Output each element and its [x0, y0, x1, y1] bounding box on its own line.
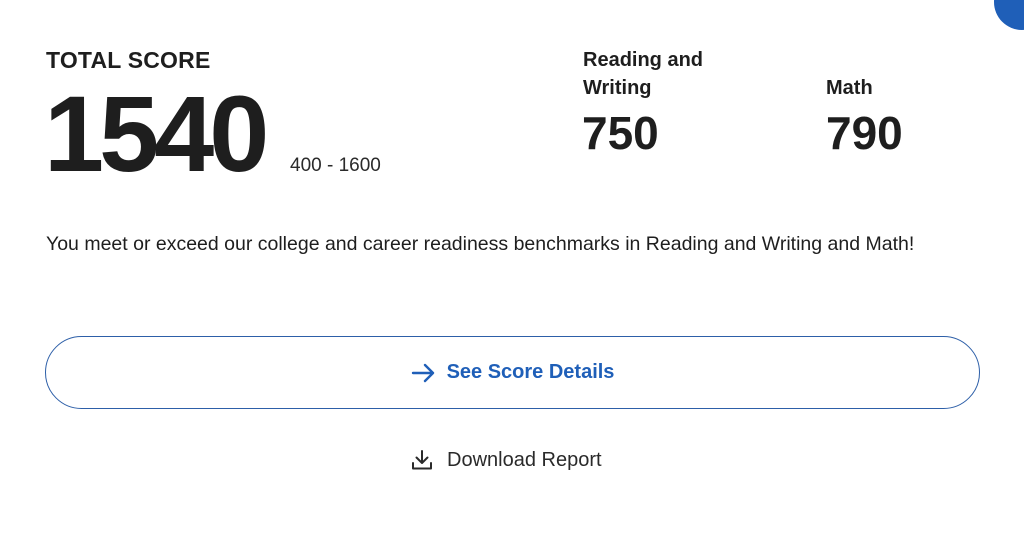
download-report-label: Download Report [447, 448, 602, 471]
math-label: Math [826, 77, 873, 99]
score-report-card: TOTAL SCORE 1540 400 - 1600 Reading and … [0, 0, 1024, 542]
benchmark-message: You meet or exceed our college and caree… [46, 233, 915, 255]
download-report-link[interactable]: Download Report [410, 444, 602, 476]
corner-accent [994, 0, 1024, 30]
see-score-details-label: See Score Details [446, 361, 615, 383]
arrow-right-icon [411, 362, 437, 384]
download-icon [410, 448, 434, 472]
total-score-range: 400 - 1600 [290, 155, 381, 176]
reading-writing-label: Reading and Writing [583, 49, 704, 99]
math-score: 790 [826, 107, 903, 159]
total-score-label: TOTAL SCORE [46, 47, 211, 73]
total-score-value: 1540 [44, 73, 269, 194]
see-score-details-button[interactable]: See Score Details [45, 336, 980, 409]
reading-writing-score: 750 [582, 107, 659, 159]
